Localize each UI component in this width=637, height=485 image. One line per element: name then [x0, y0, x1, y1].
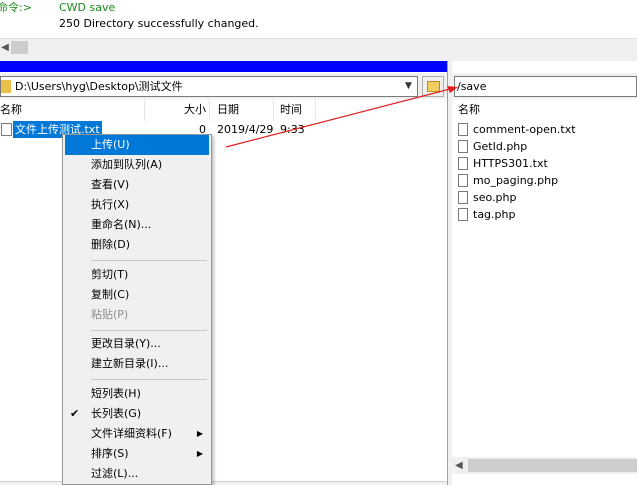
local-path-row: D:\Users\hyg\Desktop\测试文件 ▼	[0, 73, 447, 99]
menu-item-cut[interactable]: 剪切(T)	[65, 265, 209, 285]
menu-separator	[91, 260, 207, 261]
parent-folder-button[interactable]	[422, 76, 444, 97]
remote-file-name: tag.php	[473, 208, 516, 221]
scroll-left-arrow-icon[interactable]: ◀	[455, 457, 465, 474]
menu-item-sort-label: 排序(S)	[91, 447, 129, 460]
menu-item-execute[interactable]: 执行(X)	[65, 195, 209, 215]
local-file-time: 9:33	[280, 123, 305, 136]
submenu-arrow-icon: ▶	[196, 429, 203, 438]
column-time[interactable]: 时间	[274, 99, 316, 121]
submenu-arrow-icon: ▶	[196, 449, 203, 458]
menu-item-change-directory[interactable]: 更改目录(Y)...	[65, 334, 209, 354]
log-horizontal-scrollbar[interactable]: ◀	[0, 38, 637, 55]
folder-up-icon	[427, 81, 440, 92]
menu-item-file-details-label: 文件详细资料(F)	[91, 427, 172, 440]
menu-item-long-list-label: 长列表(G)	[91, 407, 142, 420]
remote-path-row: /save	[452, 73, 637, 99]
checkmark-icon: ✔	[70, 407, 80, 420]
menu-item-view[interactable]: 查看(V)	[65, 175, 209, 195]
file-icon	[458, 208, 468, 221]
menu-item-delete[interactable]: 删除(D)	[65, 235, 209, 255]
scroll-left-arrow-icon[interactable]: ◀	[0, 41, 10, 54]
scrollbar-thumb[interactable]	[468, 459, 637, 472]
menu-item-sort[interactable]: 排序(S) ▶	[65, 444, 209, 464]
remote-file-name: GetId.php	[473, 140, 528, 153]
file-icon	[458, 191, 468, 204]
remote-file-name: HTTPS301.txt	[473, 157, 548, 170]
menu-item-file-details[interactable]: 文件详细资料(F) ▶	[65, 424, 209, 444]
menu-item-add-to-queue[interactable]: 添加到队列(A)	[65, 155, 209, 175]
scrollbar-thumb[interactable]	[11, 41, 28, 54]
file-icon	[458, 140, 468, 153]
log-response-text: 250 Directory successfully changed.	[59, 17, 259, 30]
menu-item-short-list[interactable]: 短列表(H)	[65, 384, 209, 404]
chevron-down-icon[interactable]: ▼	[400, 77, 417, 96]
menu-separator	[91, 379, 207, 380]
menu-item-new-directory[interactable]: 建立新目录(I)...	[65, 354, 209, 374]
menu-separator	[91, 330, 207, 331]
local-path-combobox[interactable]: D:\Users\hyg\Desktop\测试文件 ▼	[0, 76, 418, 97]
menu-item-filter[interactable]: 过滤(L)...	[65, 464, 209, 484]
remote-horizontal-scrollbar[interactable]: ◀	[452, 457, 637, 474]
remote-panel: /save 名称 comment-open.txt GetId.php HTTP…	[452, 61, 637, 485]
remote-file-name: seo.php	[473, 191, 517, 204]
remote-path-field[interactable]: /save	[454, 76, 637, 97]
local-panel-active-bar	[0, 61, 447, 72]
menu-item-upload[interactable]: 上传(U)	[65, 135, 209, 155]
log-command-text: CWD save	[59, 1, 116, 14]
column-name[interactable]: 名称	[0, 99, 145, 121]
file-icon	[458, 157, 468, 170]
column-date[interactable]: 日期	[210, 99, 274, 121]
remote-column-name[interactable]: 名称	[452, 99, 637, 121]
menu-item-paste: 粘贴(P)	[91, 308, 129, 321]
menu-item-long-list[interactable]: ✔ 长列表(G)	[65, 404, 209, 424]
remote-file-name: mo_paging.php	[473, 174, 559, 187]
text-file-icon	[1, 123, 12, 136]
log-command-label: 命令:>	[0, 1, 32, 14]
local-path-text: D:\Users\hyg\Desktop\测试文件	[15, 80, 183, 93]
column-size[interactable]: 大小	[145, 99, 210, 121]
file-icon	[458, 174, 468, 187]
local-file-date: 2019/4/29	[217, 123, 274, 136]
file-icon	[458, 123, 468, 136]
remote-file-name: comment-open.txt	[473, 123, 576, 136]
menu-item-rename[interactable]: 重命名(N)...	[65, 215, 209, 235]
command-log: 命令:> CWD save 250 Directory successfully…	[0, 0, 637, 38]
local-column-header: 名称 大小 日期 时间	[0, 99, 447, 121]
folder-icon	[1, 80, 11, 93]
context-menu: 上传(U) 添加到队列(A) 查看(V) 执行(X) 重命名(N)... 删除(…	[62, 134, 212, 485]
menu-item-copy[interactable]: 复制(C)	[65, 285, 209, 305]
